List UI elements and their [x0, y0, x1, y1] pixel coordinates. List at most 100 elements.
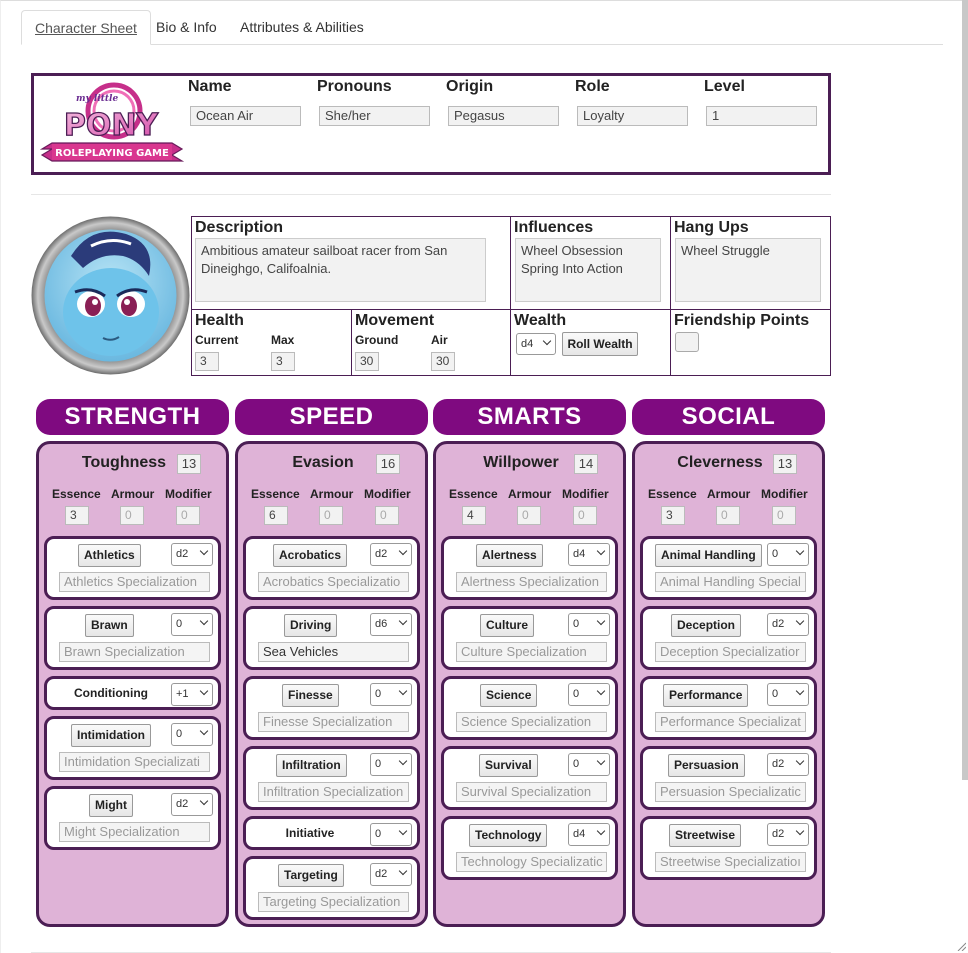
speed-essence-input[interactable]: 6: [264, 506, 288, 525]
acrobatics-specialization-input[interactable]: Acrobatics Specializatio: [258, 572, 409, 592]
streetwise-specialization-input[interactable]: Streetwise Specializatioı: [655, 852, 806, 872]
survival-die-select[interactable]: 0: [568, 753, 610, 776]
page-scrollbar[interactable]: [962, 0, 968, 780]
friendship-points-checkbox[interactable]: [675, 332, 699, 352]
technology-specialization-input[interactable]: Technology Specializatic: [456, 852, 607, 872]
conditioning-die-select[interactable]: +1: [171, 683, 213, 706]
finesse-roll-button[interactable]: Finesse: [282, 684, 339, 707]
toughness-value[interactable]: 13: [177, 454, 201, 474]
movement-air-input[interactable]: 30: [431, 352, 455, 371]
willpower-value[interactable]: 14: [574, 454, 598, 474]
athletics-die-select[interactable]: d2: [171, 543, 213, 566]
social-armour-input[interactable]: 0: [716, 506, 740, 525]
brawn-roll-button[interactable]: Brawn: [85, 614, 134, 637]
initiative-die-select[interactable]: 0: [370, 823, 412, 846]
movement-ground-input[interactable]: 30: [355, 352, 379, 371]
intimidation-die-value: 0: [176, 728, 183, 740]
performance-roll-button[interactable]: Performance: [663, 684, 749, 707]
smarts-armour-input[interactable]: 0: [517, 506, 541, 525]
performance-die-select[interactable]: 0: [767, 683, 809, 706]
athletics-roll-button[interactable]: Athletics: [78, 544, 141, 567]
acrobatics-roll-button[interactable]: Acrobatics: [273, 544, 348, 567]
persuasion-roll-button[interactable]: Persuasion: [668, 754, 745, 777]
pronouns-input[interactable]: She/her: [319, 106, 430, 126]
finesse-die-select[interactable]: 0: [370, 683, 412, 706]
animal-handling-die-select[interactable]: 0: [767, 543, 809, 566]
smarts-modifier-input[interactable]: 0: [573, 506, 597, 525]
role-input[interactable]: Loyalty: [577, 106, 688, 126]
survival-specialization-input[interactable]: Survival Specialization: [456, 782, 607, 802]
evasion-value[interactable]: 16: [376, 454, 400, 474]
character-portrait[interactable]: [31, 216, 190, 375]
persuasion-specialization-input[interactable]: Persuasion Specializatic: [655, 782, 806, 802]
survival-roll-button[interactable]: Survival: [479, 754, 538, 777]
driving-die-select[interactable]: d6: [370, 613, 412, 636]
intimidation-specialization-input[interactable]: Intimidation Specializati: [59, 752, 210, 772]
culture-die-select[interactable]: 0: [568, 613, 610, 636]
driving-roll-button[interactable]: Driving: [284, 614, 338, 637]
influences-textarea[interactable]: Wheel Obsession Spring Into Action: [515, 238, 661, 302]
science-roll-button[interactable]: Science: [480, 684, 538, 707]
driving-specialization-input[interactable]: Sea Vehicles: [258, 642, 409, 662]
armour-label: Armour: [310, 487, 354, 501]
might-roll-button[interactable]: Might: [89, 794, 133, 817]
tab-character-sheet[interactable]: Character Sheet: [21, 10, 151, 45]
infiltration-specialization-input[interactable]: Infiltration Specialization: [258, 782, 409, 802]
culture-specialization-input[interactable]: Culture Specialization: [456, 642, 607, 662]
targeting-specialization-input[interactable]: Targeting Specialization: [258, 892, 409, 912]
finesse-specialization-input[interactable]: Finesse Specialization: [258, 712, 409, 732]
health-current-input[interactable]: 3: [195, 352, 219, 371]
wealth-die-select[interactable]: d4: [516, 333, 556, 355]
tab-attributes-abilities[interactable]: Attributes & Abilities: [227, 10, 377, 45]
streetwise-die-select[interactable]: d2: [767, 823, 809, 846]
health-max-input[interactable]: 3: [271, 352, 295, 371]
social-modifier-input[interactable]: 0: [772, 506, 796, 525]
roll-wealth-button[interactable]: Roll Wealth: [562, 332, 638, 356]
level-input[interactable]: 1: [706, 106, 817, 126]
wealth-die-value: d4: [521, 338, 534, 350]
animal-handling-roll-button[interactable]: Animal Handling: [655, 544, 762, 567]
animal-handling-specialization-input[interactable]: Animal Handling Special: [655, 572, 806, 592]
name-input[interactable]: Ocean Air: [190, 106, 301, 126]
persuasion-die-select[interactable]: d2: [767, 753, 809, 776]
deception-die-value: d2: [772, 618, 785, 630]
intimidation-roll-button[interactable]: Intimidation: [71, 724, 151, 747]
alertness-specialization-input[interactable]: Alertness Specialization: [456, 572, 607, 592]
science-specialization-input[interactable]: Science Specialization: [456, 712, 607, 732]
brawn-specialization-input[interactable]: Brawn Specialization: [59, 642, 210, 662]
resize-grip-icon[interactable]: [956, 941, 966, 951]
alertness-die-select[interactable]: d4: [568, 543, 610, 566]
strength-armour-input[interactable]: 0: [120, 506, 144, 525]
streetwise-roll-button[interactable]: Streetwise: [669, 824, 742, 847]
performance-specialization-input[interactable]: Performance Specializat: [655, 712, 806, 732]
deception-specialization-input[interactable]: Deception Specializatior: [655, 642, 806, 662]
smarts-essence-input[interactable]: 4: [462, 506, 486, 525]
alertness-roll-button[interactable]: Alertness: [476, 544, 543, 567]
might-specialization-input[interactable]: Might Specialization: [59, 822, 210, 842]
hangups-textarea[interactable]: Wheel Struggle: [675, 238, 821, 302]
deception-die-select[interactable]: d2: [767, 613, 809, 636]
targeting-roll-button[interactable]: Targeting: [278, 864, 344, 887]
targeting-die-select[interactable]: d2: [370, 863, 412, 886]
technology-die-select[interactable]: d4: [568, 823, 610, 846]
infiltration-die-select[interactable]: 0: [370, 753, 412, 776]
speed-modifier-input[interactable]: 0: [375, 506, 399, 525]
technology-roll-button[interactable]: Technology: [469, 824, 548, 847]
deception-roll-button[interactable]: Deception: [671, 614, 742, 637]
culture-roll-button[interactable]: Culture: [480, 614, 534, 637]
infiltration-roll-button[interactable]: Infiltration: [276, 754, 347, 777]
strength-modifier-input[interactable]: 0: [176, 506, 200, 525]
brawn-die-select[interactable]: 0: [171, 613, 213, 636]
athletics-specialization-input[interactable]: Athletics Specialization: [59, 572, 210, 592]
cleverness-value[interactable]: 13: [773, 454, 797, 474]
social-essence-input[interactable]: 3: [661, 506, 685, 525]
description-textarea[interactable]: Ambitious amateur sailboat racer from Sa…: [195, 238, 486, 302]
science-die-select[interactable]: 0: [568, 683, 610, 706]
origin-input[interactable]: Pegasus: [448, 106, 559, 126]
tab-bio-info[interactable]: Bio & Info: [143, 10, 230, 45]
intimidation-die-select[interactable]: 0: [171, 723, 213, 746]
speed-armour-input[interactable]: 0: [319, 506, 343, 525]
acrobatics-die-select[interactable]: d2: [370, 543, 412, 566]
might-die-select[interactable]: d2: [171, 793, 213, 816]
strength-essence-input[interactable]: 3: [65, 506, 89, 525]
